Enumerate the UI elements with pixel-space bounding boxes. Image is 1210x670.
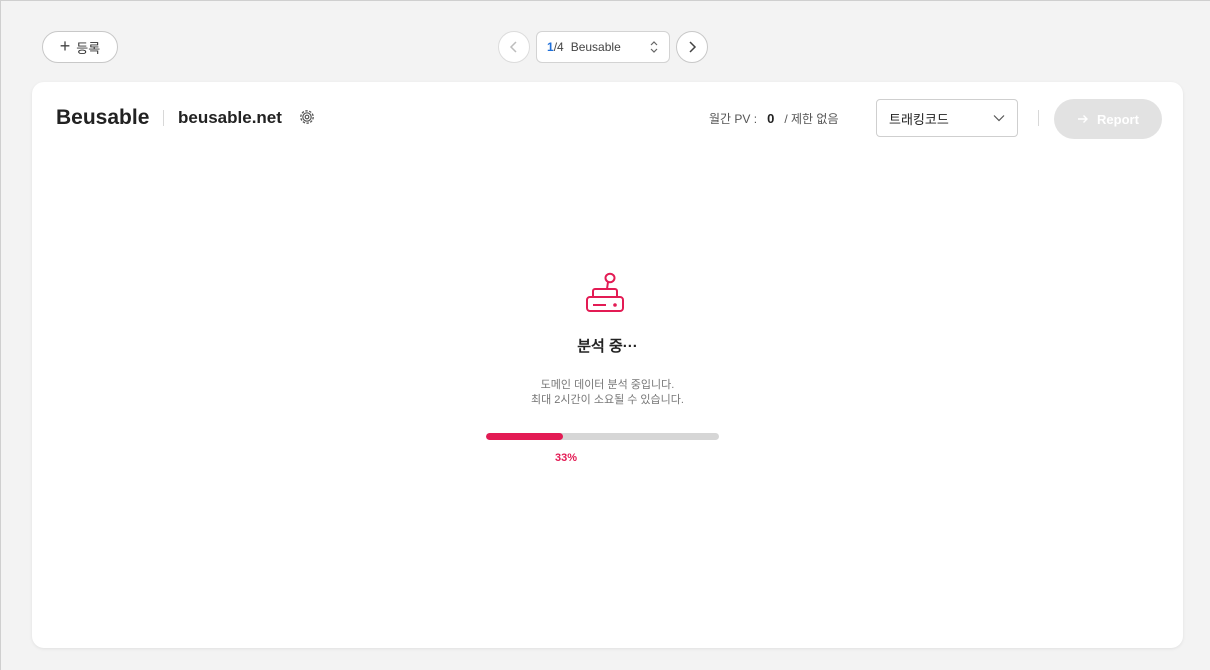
pv-value: 0 xyxy=(767,111,775,126)
analysis-title: 분석 중··· xyxy=(577,338,638,355)
report-label: Report xyxy=(1097,111,1139,127)
pager-site-name: Beusable xyxy=(570,40,621,54)
divider xyxy=(163,110,164,126)
report-button[interactable]: Report xyxy=(1054,99,1162,139)
progress-fill xyxy=(486,433,563,440)
domain-name: beusable.net xyxy=(178,108,282,127)
window-frame xyxy=(0,0,1210,8)
arrow-right-icon xyxy=(1078,115,1089,123)
pv-limit: / 제한 없음 xyxy=(784,112,839,126)
tracking-code-label: 트래킹코드 xyxy=(889,111,949,127)
window-frame-left xyxy=(0,0,8,670)
site-pager: 1 /4 Beusable xyxy=(498,31,708,63)
progress-percent: 33% xyxy=(554,452,578,464)
analysis-desc-line2: 최대 2시간이 소요될 수 있습니다. xyxy=(531,394,684,406)
prev-site-button[interactable] xyxy=(498,31,530,63)
analysis-desc-line1: 도메인 데이터 분석 중입니다. xyxy=(540,379,675,391)
analysis-card: Beusable beusable.net 월간 PV : 0 / 제한 없음 … xyxy=(32,82,1183,648)
progress-bar xyxy=(486,433,719,440)
gear-icon[interactable] xyxy=(298,108,316,126)
chevron-left-icon xyxy=(509,41,517,53)
pager-total: /4 xyxy=(553,40,564,54)
analysis-description: 도메인 데이터 분석 중입니다. 최대 2시간이 소요될 수 있습니다. xyxy=(32,378,1183,408)
chevron-down-icon xyxy=(993,115,1005,122)
next-site-button[interactable] xyxy=(676,31,708,63)
add-button-label: 등록 xyxy=(76,40,101,56)
divider xyxy=(1038,110,1039,126)
monthly-pv: 월간 PV : 0 / 제한 없음 xyxy=(709,110,839,127)
updown-icon xyxy=(650,41,658,53)
toaster-icon xyxy=(586,272,624,312)
pager-current: 1 xyxy=(547,40,554,54)
site-select[interactable]: 1 /4 Beusable xyxy=(536,31,670,63)
brand-title: Beusable xyxy=(56,106,150,129)
pv-label: 월간 PV : xyxy=(709,112,758,126)
tracking-code-select[interactable]: 트래킹코드 xyxy=(876,99,1018,137)
add-button[interactable]: + 등록 xyxy=(42,31,118,63)
chevron-right-icon xyxy=(689,41,697,53)
plus-icon: + xyxy=(59,36,71,56)
